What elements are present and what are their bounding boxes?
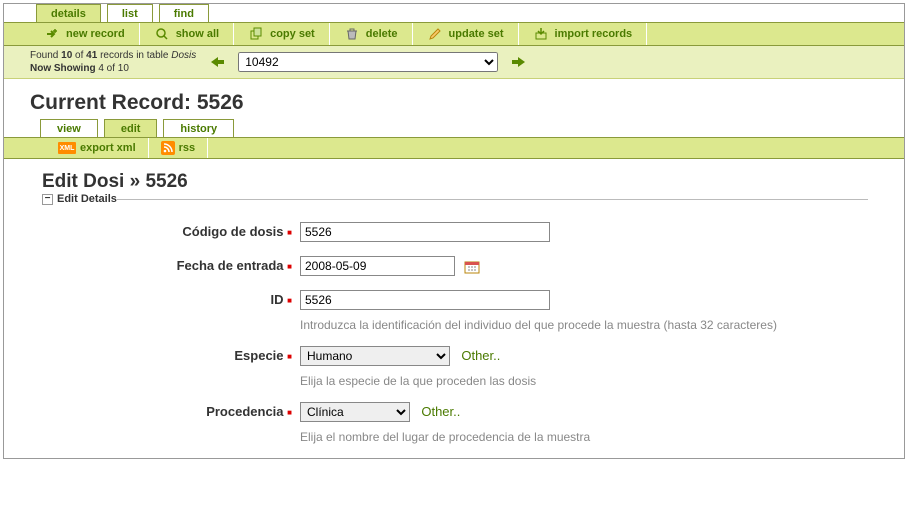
tab-details[interactable]: details	[36, 4, 101, 22]
especie-hint: Elija la especie de la que proceden las …	[300, 374, 868, 388]
copy-set-label: copy set	[270, 28, 315, 40]
import-icon	[533, 26, 549, 42]
magnifier-icon	[154, 26, 170, 42]
codigo-label: Código de dosis ■	[40, 222, 300, 239]
copy-set-button[interactable]: copy set	[234, 23, 330, 45]
export-xml-label: export xml	[80, 142, 136, 154]
update-set-button[interactable]: update set	[413, 23, 519, 45]
id-label: ID ■	[40, 290, 300, 307]
tab-list[interactable]: list	[107, 4, 153, 22]
procedencia-select[interactable]: Clínica	[300, 402, 410, 422]
record-selector[interactable]: 10492	[238, 52, 498, 72]
procedencia-other-link[interactable]: Other..	[421, 404, 460, 419]
collapse-icon[interactable]: −	[42, 194, 53, 205]
export-xml-button[interactable]: XML export xml	[46, 138, 149, 158]
edit-heading: Edit Dosi » 5526	[4, 159, 904, 199]
next-record-button[interactable]	[508, 53, 530, 71]
rss-icon	[161, 141, 175, 155]
update-set-label: update set	[449, 28, 504, 40]
current-record-heading: Current Record: 5526	[4, 79, 904, 119]
codigo-input[interactable]	[300, 222, 550, 242]
fecha-input[interactable]	[300, 256, 455, 276]
rss-label: rss	[179, 142, 196, 154]
id-input[interactable]	[300, 290, 550, 310]
subtab-edit[interactable]: edit	[104, 119, 158, 137]
procedencia-label: Procedencia ■	[40, 402, 300, 419]
especie-select[interactable]: Humano	[300, 346, 450, 366]
subtab-history[interactable]: history	[163, 119, 234, 137]
tab-find[interactable]: find	[159, 4, 209, 22]
show-all-button[interactable]: show all	[140, 23, 234, 45]
show-all-label: show all	[176, 28, 219, 40]
delete-button[interactable]: delete	[330, 23, 413, 45]
especie-other-link[interactable]: Other..	[461, 348, 500, 363]
new-record-label: new record	[66, 28, 125, 40]
prev-record-button[interactable]	[206, 53, 228, 71]
plus-arrow-icon	[44, 26, 60, 42]
rss-button[interactable]: rss	[149, 138, 209, 158]
new-record-button[interactable]: new record	[30, 23, 140, 45]
procedencia-hint: Elija el nombre del lugar de procedencia…	[300, 430, 868, 444]
copy-icon	[248, 26, 264, 42]
section-title: Edit Details	[57, 193, 117, 205]
fecha-label: Fecha de entrada ■	[40, 256, 300, 273]
pencil-icon	[427, 26, 443, 42]
import-records-button[interactable]: import records	[519, 23, 648, 45]
especie-label: Especie ■	[40, 346, 300, 363]
id-hint: Introduzca la identificación del individ…	[300, 318, 868, 332]
xml-icon: XML	[58, 142, 76, 154]
subtab-view[interactable]: view	[40, 119, 98, 137]
calendar-icon[interactable]	[464, 260, 480, 274]
found-summary: Found 10 of 41 records in table Dosis No…	[30, 49, 196, 75]
delete-label: delete	[366, 28, 398, 40]
import-records-label: import records	[555, 28, 633, 40]
trash-icon	[344, 26, 360, 42]
